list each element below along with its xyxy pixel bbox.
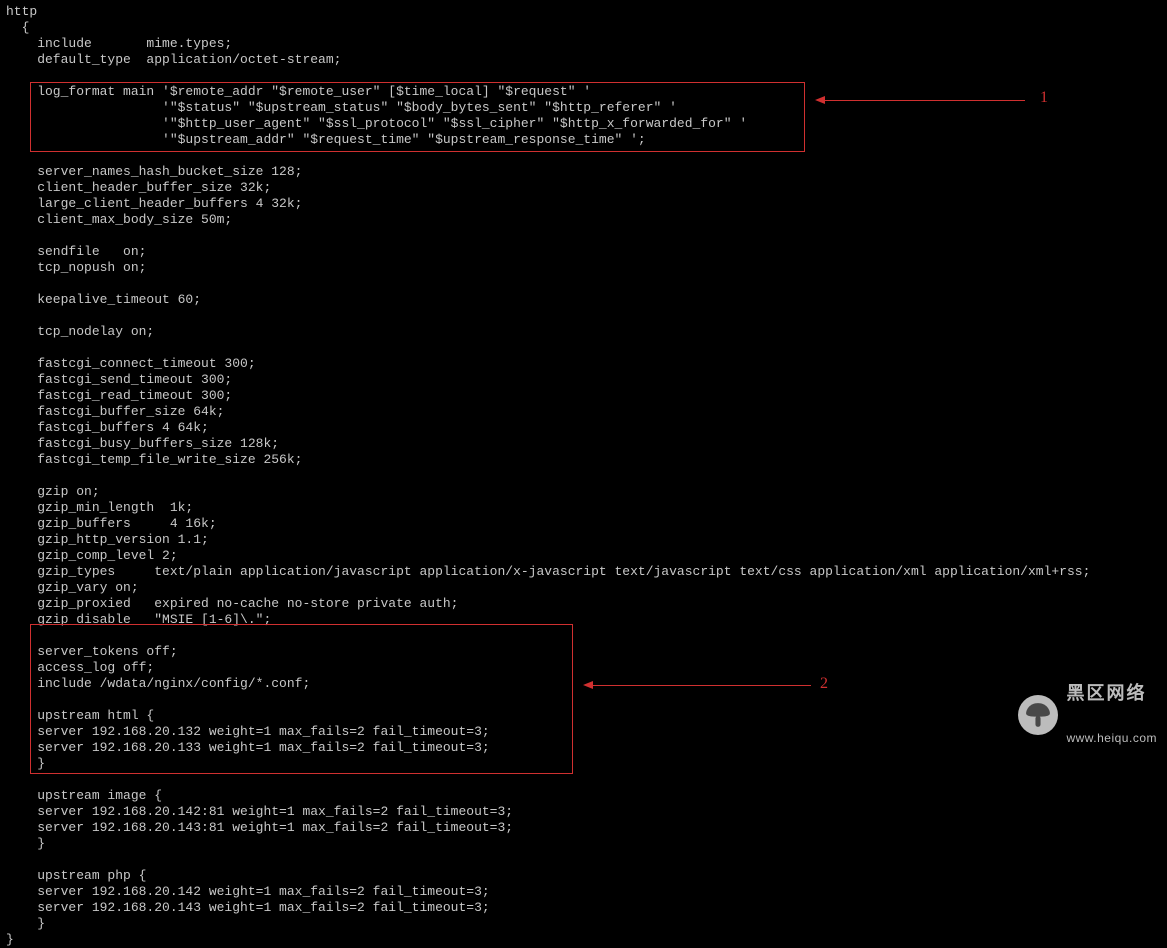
arrow-head-icon [815,96,825,104]
annotation-box-1 [30,82,805,152]
annotation-box-2 [30,624,573,774]
watermark-url: www.heiqu.com [1066,732,1157,745]
watermark-brand: 黑区网络 [1066,684,1157,704]
annotation-arrow-1 [825,100,1025,101]
annotation-label-2: 2 [820,676,828,692]
mushroom-icon [1018,695,1058,735]
annotation-arrow-2 [593,685,811,686]
annotation-label-1: 1 [1040,90,1048,106]
watermark-text: 黑区网络 www.heiqu.com [1066,655,1157,774]
watermark: 黑区网络 www.heiqu.com [1018,655,1157,774]
arrow-head-icon [583,681,593,689]
